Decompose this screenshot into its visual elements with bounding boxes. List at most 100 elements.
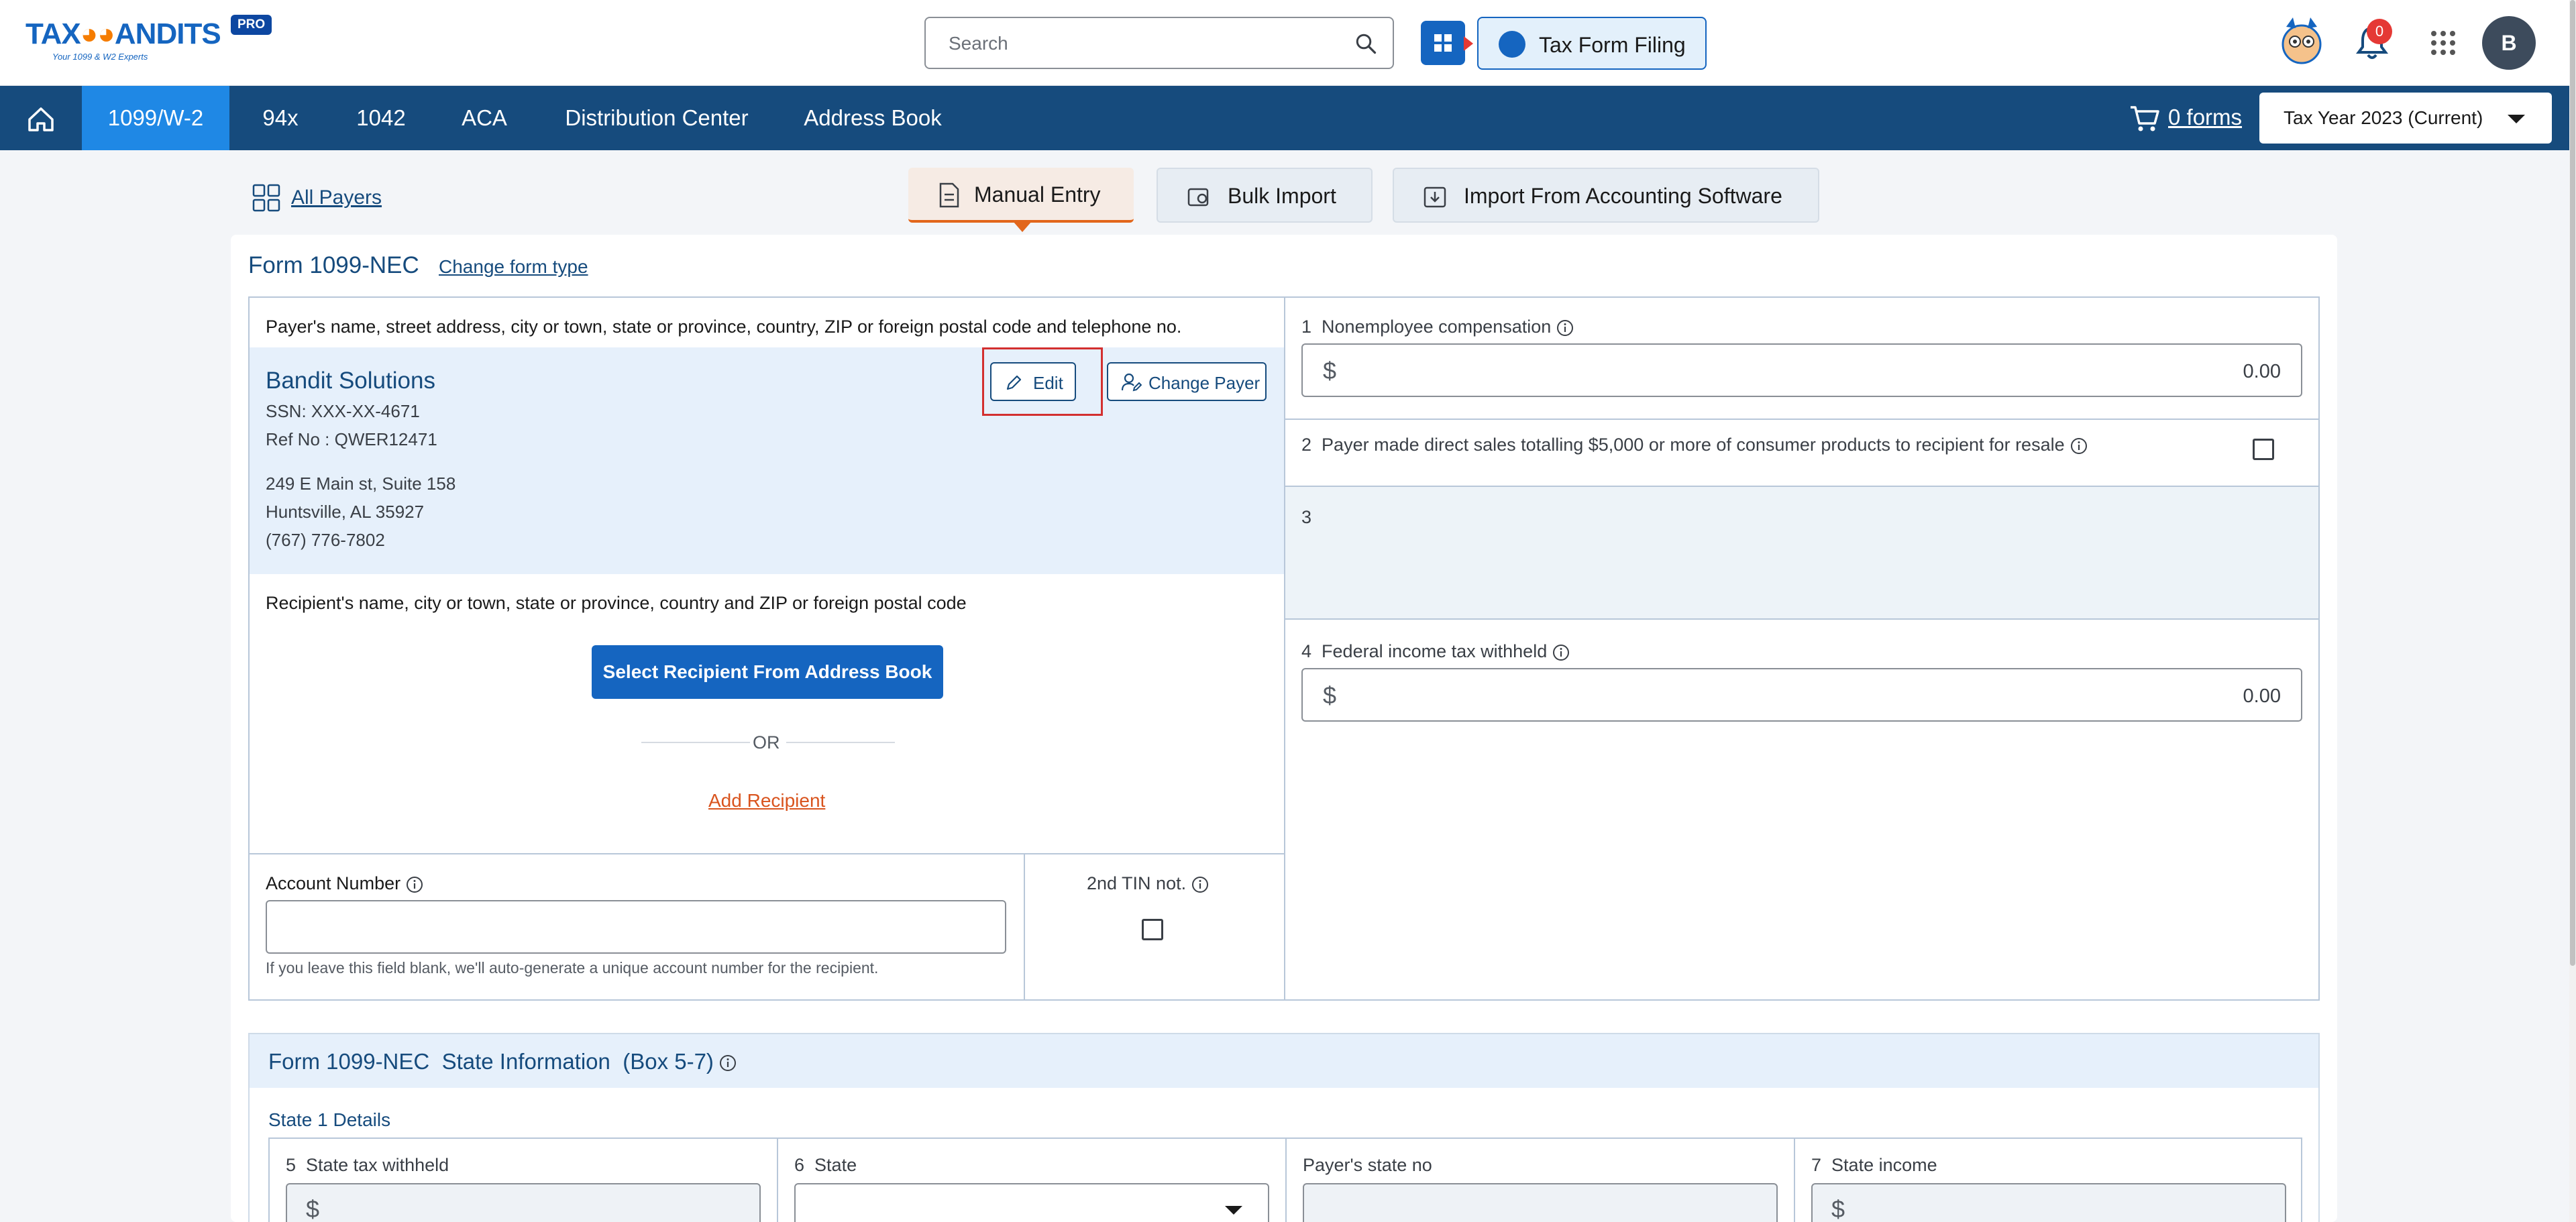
mascot-icon[interactable] xyxy=(2279,15,2324,68)
search-icon[interactable] xyxy=(1354,32,1378,56)
amount-boxes-column: 1 Nonemployee compensation $ 0.00 2 Paye… xyxy=(1285,298,2318,999)
chevron-down-icon xyxy=(1225,1206,1242,1215)
document-icon xyxy=(939,182,959,208)
nav-item-distribution-center[interactable]: Distribution Center xyxy=(554,86,759,150)
payer-ref-no: Ref No : QWER12471 xyxy=(266,429,437,449)
nav-item-94x[interactable]: 94x xyxy=(243,86,318,150)
box4-federal-tax-withheld-input[interactable]: $ 0.00 xyxy=(1301,668,2302,722)
products-menu-button[interactable] xyxy=(1421,21,1465,65)
bulk-import-icon xyxy=(1187,188,1209,207)
box6-cell: 6 State xyxy=(778,1139,1285,1222)
nav-item-1042[interactable]: 1042 xyxy=(342,86,420,150)
second-tin-label: 2nd TIN not. xyxy=(1087,873,1209,894)
box2-direct-sales-checkbox[interactable] xyxy=(2253,439,2274,460)
state-section-header: Form 1099-NEC State Information (Box 5-7… xyxy=(250,1034,2318,1088)
download-icon xyxy=(1424,186,1446,208)
row-divider xyxy=(1285,419,2318,420)
logo-tagline: Your 1099 & W2 Experts xyxy=(52,52,148,62)
box3-label: 3 xyxy=(1301,507,1312,527)
or-label: OR xyxy=(753,732,780,753)
box7-cell: 7 State income $ xyxy=(1795,1139,2302,1222)
chevron-down-icon xyxy=(2508,115,2525,123)
state-information-section: Form 1099-NEC State Information (Box 5-7… xyxy=(248,1033,2320,1222)
account-number-input[interactable] xyxy=(266,900,1006,954)
recipient-section-label: Recipient's name, city or town, state or… xyxy=(266,593,967,613)
taxbandits-logo[interactable]: TAX◕◕ANDITS Your 1099 & W2 Experts xyxy=(25,17,227,64)
nav-item-1099-w2[interactable]: 1099/W-2 xyxy=(82,86,229,150)
edit-payer-button[interactable]: Edit xyxy=(990,362,1076,401)
info-icon[interactable] xyxy=(1552,644,1570,661)
currency-symbol: $ xyxy=(1323,681,1337,709)
state-section-title: Form 1099-NEC State Information (Box 5-7… xyxy=(268,1049,737,1074)
tax-form-filing-icon xyxy=(1499,31,1525,58)
state-tax-withheld-input[interactable]: $ xyxy=(286,1183,761,1222)
row-divider xyxy=(1285,618,2318,620)
info-icon[interactable] xyxy=(1556,319,1574,337)
info-icon[interactable] xyxy=(406,876,423,893)
change-form-type-link[interactable]: Change form type xyxy=(439,256,588,278)
grid-list-icon xyxy=(252,184,280,212)
nav-item-aca[interactable]: ACA xyxy=(451,86,518,150)
state-1-grid: 5 State tax withheld $ 6 State Payer's s… xyxy=(268,1137,2302,1222)
tab-manual-entry[interactable]: Manual Entry xyxy=(908,168,1134,223)
payer-name: Bandit Solutions xyxy=(266,368,435,394)
payer-section-label: Payer's name, street address, city or to… xyxy=(266,317,1182,337)
tax-form-filing-button[interactable]: Tax Form Filing xyxy=(1477,17,1707,70)
or-divider-right xyxy=(786,742,895,743)
owl-logo-icon: ◕◕ xyxy=(80,17,115,50)
box1-value: 0.00 xyxy=(2243,361,2281,382)
tab-import-accounting-software[interactable]: Import From Accounting Software xyxy=(1393,168,1819,223)
box3-empty: 3 xyxy=(1285,487,2318,618)
or-divider-left xyxy=(641,742,750,743)
home-button[interactable] xyxy=(0,86,82,150)
currency-symbol: $ xyxy=(306,1195,320,1222)
change-payer-button[interactable]: Change Payer xyxy=(1107,362,1267,401)
pencil-icon xyxy=(1006,375,1022,390)
cart-icon[interactable] xyxy=(2128,103,2160,133)
search-input[interactable]: Search xyxy=(924,17,1394,69)
products-pointer-icon xyxy=(1464,36,1473,51)
currency-symbol: $ xyxy=(1831,1195,1845,1222)
apps-grid-icon xyxy=(1434,34,1452,52)
second-tin-checkbox[interactable] xyxy=(1142,919,1163,940)
scrollbar-thumb[interactable] xyxy=(2570,0,2575,966)
form-title: Form 1099-NEC xyxy=(248,252,419,278)
payer-address-line2: Huntsville, AL 35927 xyxy=(266,502,425,522)
app-launcher-icon[interactable] xyxy=(2428,28,2458,58)
payer-address-line1: 249 E Main st, Suite 158 xyxy=(266,474,456,494)
home-icon xyxy=(28,107,54,131)
cell-divider xyxy=(1024,853,1025,999)
info-icon[interactable] xyxy=(2070,437,2088,455)
tab-bulk-import[interactable]: Bulk Import xyxy=(1157,168,1373,223)
info-icon[interactable] xyxy=(1191,876,1209,893)
active-tab-pointer xyxy=(1013,221,1032,232)
search-placeholder: Search xyxy=(949,33,1008,54)
box1-nonemployee-compensation-input[interactable]: $ 0.00 xyxy=(1301,343,2302,397)
state-income-input[interactable]: $ xyxy=(1811,1183,2286,1222)
nav-item-address-book[interactable]: Address Book xyxy=(798,86,947,150)
box4-label: 4 Federal income tax withheld xyxy=(1301,641,1570,662)
state-select[interactable] xyxy=(794,1183,1269,1222)
form-card: Form 1099-NEC Change form type Payer's n… xyxy=(231,235,2337,1222)
top-header: TAX◕◕ANDITS Your 1099 & W2 Experts PRO S… xyxy=(0,0,2569,86)
page-scrollbar[interactable] xyxy=(2569,0,2576,1222)
box5-cell: 5 State tax withheld $ xyxy=(270,1139,777,1222)
notification-count-badge: 0 xyxy=(2367,19,2392,44)
select-recipient-button[interactable]: Select Recipient From Address Book xyxy=(592,645,943,699)
form-1099-nec-grid: Payer's name, street address, city or to… xyxy=(248,296,2320,1001)
info-icon[interactable] xyxy=(719,1054,737,1072)
cart-forms-link[interactable]: 0 forms xyxy=(2168,105,2242,130)
tax-year-select[interactable]: Tax Year 2023 (Current) xyxy=(2259,93,2552,144)
user-avatar[interactable]: B xyxy=(2482,16,2536,70)
box1-label: 1 Nonemployee compensation xyxy=(1301,317,1574,337)
box2-label: 2 Payer made direct sales totalling $5,0… xyxy=(1301,435,2088,455)
payer-state-no-input[interactable] xyxy=(1303,1183,1778,1222)
currency-symbol: $ xyxy=(1323,357,1337,384)
add-recipient-link[interactable]: Add Recipient xyxy=(708,790,825,812)
box4-value: 0.00 xyxy=(2243,685,2281,707)
payer-phone: (767) 776-7802 xyxy=(266,530,385,550)
payer-details: Bandit Solutions SSN: XXX-XX-4671 Ref No… xyxy=(250,347,1284,574)
main-nav: 1099/W-2 94x 1042 ACA Distribution Cente… xyxy=(0,86,2569,150)
payer-state-no-cell: Payer's state no xyxy=(1287,1139,1794,1222)
person-edit-icon xyxy=(1122,373,1142,392)
